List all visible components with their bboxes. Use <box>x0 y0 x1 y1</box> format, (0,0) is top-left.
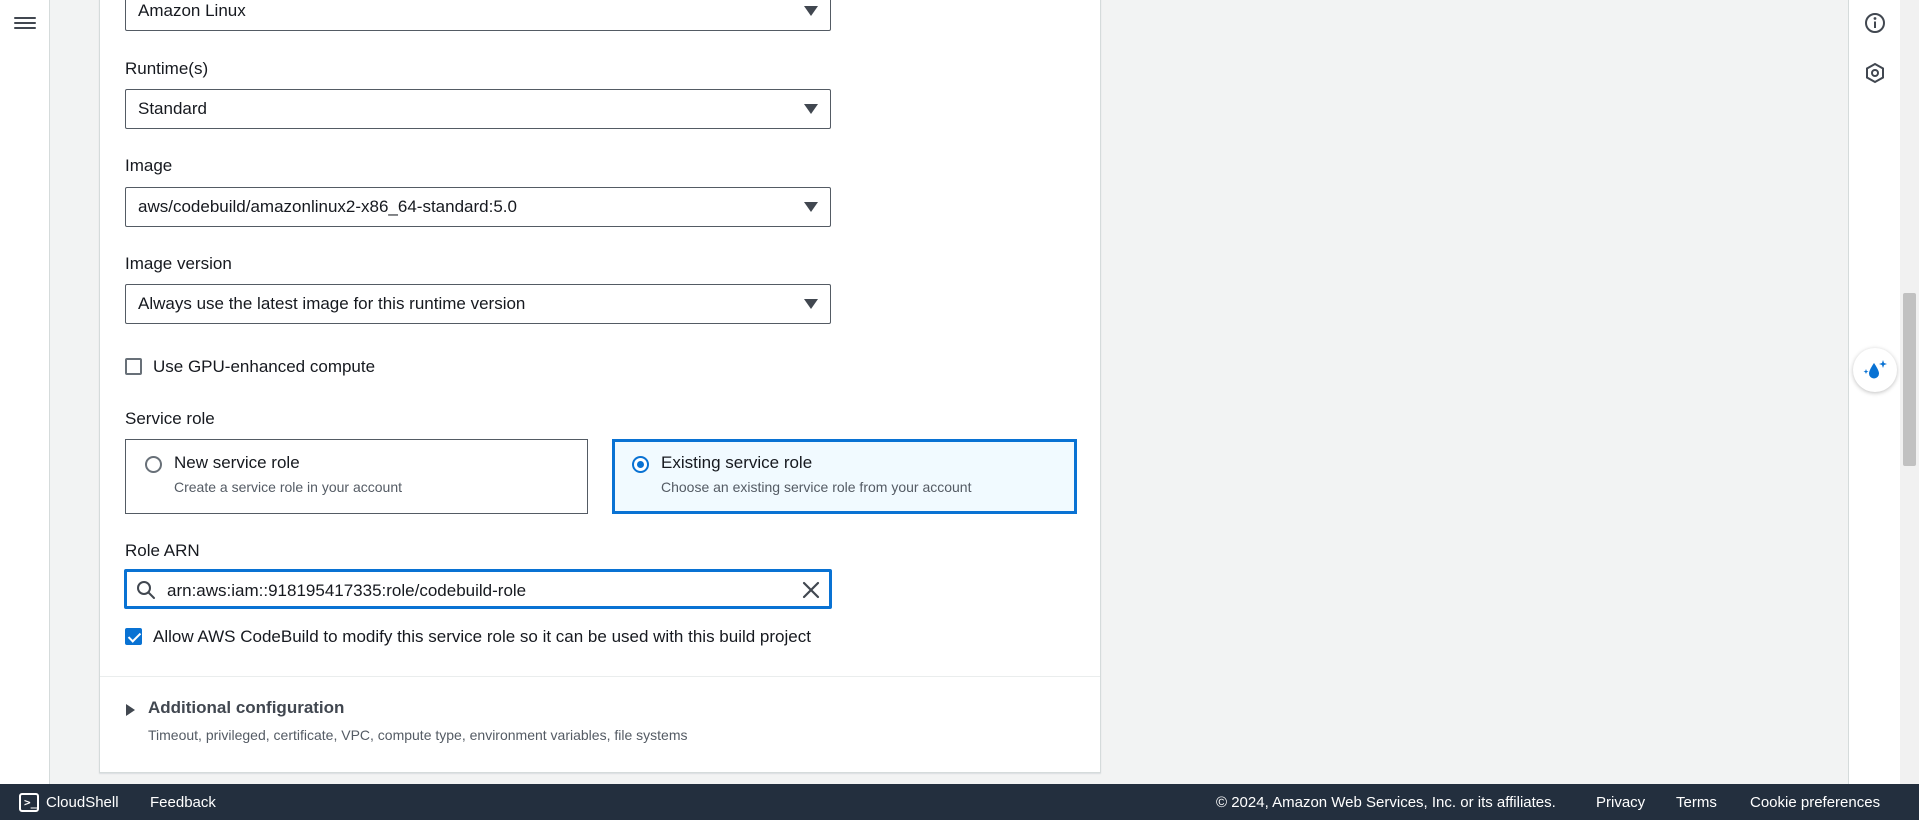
gpu-checkbox-label[interactable]: Use GPU-enhanced compute <box>153 357 375 377</box>
caret-down-icon <box>804 104 818 114</box>
image-version-value: Always use the latest image for this run… <box>138 294 526 313</box>
caret-down-icon <box>804 6 818 16</box>
image-version-label: Image version <box>125 254 232 273</box>
console-footer: >_ CloudShell Feedback © 2024, Amazon We… <box>0 784 1919 820</box>
terms-link[interactable]: Terms <box>1676 794 1717 811</box>
role-arn-value: arn:aws:iam::918195417335:role/codebuild… <box>167 581 527 600</box>
image-label: Image <box>125 156 173 175</box>
service-role-label: Service role <box>125 409 215 428</box>
left-nav-rail <box>0 0 50 784</box>
caret-down-icon <box>804 299 818 309</box>
operating-system-value: Amazon Linux <box>138 1 246 20</box>
additional-configuration-toggle[interactable]: Additional configuration <box>148 698 344 718</box>
cookie-preferences-link[interactable]: Cookie preferences <box>1750 794 1880 811</box>
runtime-label: Runtime(s) <box>125 59 209 78</box>
new-service-role-radio[interactable] <box>145 456 162 473</box>
image-select[interactable]: aws/codebuild/amazonlinux2-x86_64-standa… <box>125 187 831 227</box>
gpu-checkbox[interactable] <box>125 358 142 375</box>
image-version-select[interactable]: Always use the latest image for this run… <box>125 284 831 324</box>
close-icon[interactable] <box>801 580 821 600</box>
shield-settings-icon[interactable] <box>1864 62 1886 84</box>
copyright-text: © 2024, Amazon Web Services, Inc. or its… <box>1216 794 1556 811</box>
operating-system-select[interactable]: Amazon Linux <box>125 0 831 31</box>
runtime-value: Standard <box>138 99 207 118</box>
existing-service-role-description: Choose an existing service role from you… <box>661 479 972 495</box>
role-arn-input[interactable]: arn:aws:iam::918195417335:role/codebuild… <box>124 569 832 609</box>
additional-configuration-description: Timeout, privileged, certificate, VPC, c… <box>148 727 688 743</box>
feedback-link[interactable]: Feedback <box>150 794 216 811</box>
allow-modify-role-label[interactable]: Allow AWS CodeBuild to modify this servi… <box>153 627 811 647</box>
right-utility-panel <box>1848 0 1900 784</box>
privacy-link[interactable]: Privacy <box>1596 794 1645 811</box>
hamburger-menu-icon[interactable] <box>14 14 36 32</box>
ai-assistant-button[interactable] <box>1853 348 1897 392</box>
info-icon[interactable] <box>1864 12 1886 34</box>
search-icon <box>137 581 155 599</box>
caret-down-icon <box>804 202 818 212</box>
new-service-role-title: New service role <box>174 453 300 472</box>
ai-assistant-icon <box>1863 360 1887 379</box>
existing-service-role-title: Existing service role <box>661 453 813 472</box>
cloudshell-link[interactable]: CloudShell <box>46 794 119 811</box>
new-service-role-tile[interactable]: New service role Create a service role i… <box>125 439 588 514</box>
terminal-icon[interactable]: >_ <box>19 793 39 812</box>
scrollbar-thumb[interactable] <box>1903 293 1916 466</box>
image-value: aws/codebuild/amazonlinux2-x86_64-standa… <box>138 197 517 216</box>
caret-right-icon[interactable] <box>126 704 135 716</box>
runtime-select[interactable]: Standard <box>125 89 831 129</box>
role-arn-label: Role ARN <box>125 541 200 560</box>
new-service-role-description: Create a service role in your account <box>174 479 402 495</box>
allow-modify-role-checkbox[interactable] <box>125 628 142 645</box>
existing-service-role-tile[interactable]: Existing service role Choose an existing… <box>612 439 1077 514</box>
existing-service-role-radio[interactable] <box>632 456 649 473</box>
section-divider <box>100 676 1100 677</box>
